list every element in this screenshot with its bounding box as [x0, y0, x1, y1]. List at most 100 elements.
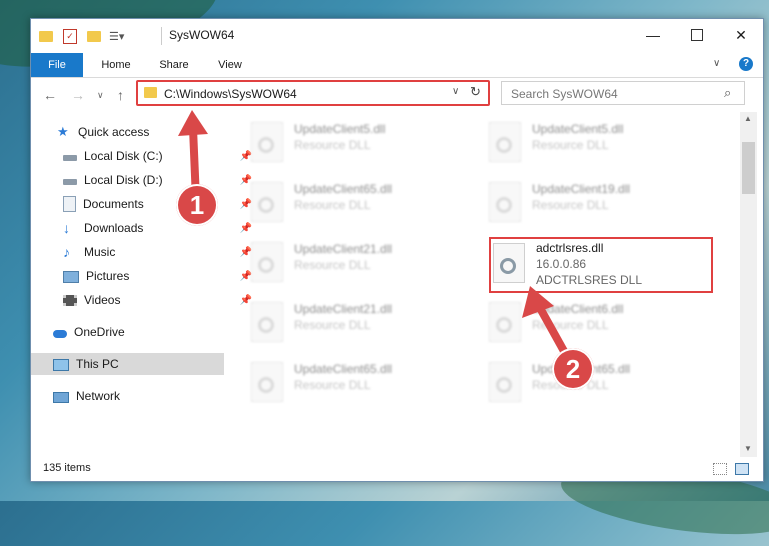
vertical-scrollbar[interactable]: ▲ ▼: [740, 112, 757, 457]
navigation-pane: ★ Quick access Local Disk (C:) 📌 Local D…: [31, 112, 252, 457]
cloud-icon: [53, 330, 67, 338]
item-count: 135 items: [43, 462, 91, 474]
network-icon: [53, 391, 69, 403]
star-icon: ★: [57, 124, 69, 139]
nav-label: Local Disk (C:): [84, 149, 163, 163]
file-item[interactable]: UpdateClient65.dll Resource DLL: [251, 180, 451, 226]
file-item[interactable]: UpdateClient21.dll Resource DLL: [251, 300, 451, 346]
minimize-button[interactable]: —: [631, 19, 675, 51]
file-type: Resource DLL: [294, 378, 371, 392]
file-name: UpdateClient65.dll: [294, 182, 393, 196]
step-badge-2: 2: [552, 348, 594, 390]
nav-item-local-disk-d[interactable]: Local Disk (D:) 📌: [31, 169, 256, 191]
file-item[interactable]: UpdateClient6.dll Resource DLL: [489, 300, 689, 346]
file-name: UpdateClient19.dll: [532, 182, 631, 196]
new-folder-icon[interactable]: [87, 30, 101, 42]
dll-file-icon: [489, 122, 521, 162]
nav-item-network[interactable]: Network: [31, 385, 246, 407]
search-placeholder: Search SysWOW64: [511, 87, 618, 101]
maximize-icon: [691, 29, 703, 41]
file-item[interactable]: UpdateClient5.dll Resource DLL: [251, 120, 451, 166]
nav-item-quick-access[interactable]: ★ Quick access: [31, 121, 250, 143]
properties-icon[interactable]: ✓: [63, 28, 77, 44]
drive-icon: [63, 179, 77, 185]
file-item-adctrlsres[interactable]: adctrlsres.dll 16.0.0.86 ADCTRLSRES DLL: [493, 241, 693, 287]
nav-label: Local Disk (D:): [84, 173, 163, 187]
drive-icon: [63, 155, 77, 161]
file-name: UpdateClient5.dll: [294, 122, 386, 136]
address-row: ← → ∨ ↑ C:\Windows\SysWOW64 ∨ ↻ Search S…: [31, 78, 763, 112]
up-button[interactable]: ↑: [117, 87, 124, 103]
videos-icon: [63, 295, 77, 306]
dll-file-icon: [251, 122, 283, 162]
tab-share[interactable]: Share: [151, 53, 197, 77]
minimize-icon: —: [646, 27, 660, 43]
nav-item-downloads[interactable]: ↓ Downloads 📌: [31, 217, 256, 239]
search-icon[interactable]: ⌕: [724, 85, 731, 101]
music-icon: ♪: [63, 244, 70, 260]
nav-label: Downloads: [84, 221, 144, 235]
nav-item-local-disk-c[interactable]: Local Disk (C:) 📌: [31, 145, 256, 167]
maximize-button[interactable]: [675, 19, 719, 51]
file-item[interactable]: UpdateClient5.dll Resource DLL: [489, 120, 689, 166]
nav-item-onedrive[interactable]: OneDrive: [31, 321, 246, 343]
nav-label: Pictures: [86, 269, 130, 283]
nav-item-music[interactable]: ♪ Music 📌: [31, 241, 256, 263]
file-type: Resource DLL: [294, 198, 371, 212]
step-badge-1: 1: [176, 184, 218, 226]
file-item[interactable]: UpdateClient19.dll Resource DLL: [489, 180, 689, 226]
pictures-icon: [63, 271, 79, 283]
title-bar: ✓ ☰▾ SysWOW64 — ✕: [31, 19, 763, 53]
file-version: 16.0.0.86: [536, 257, 587, 271]
nav-item-this-pc[interactable]: This PC: [31, 353, 224, 375]
help-icon[interactable]: ?: [739, 57, 753, 71]
file-name: UpdateClient6.dll: [532, 302, 624, 316]
nav-label: OneDrive: [74, 325, 125, 339]
file-type: ADCTRLSRES DLL: [536, 273, 643, 287]
back-button[interactable]: ←: [43, 87, 57, 103]
tab-file[interactable]: File: [31, 53, 83, 77]
divider: [161, 27, 162, 45]
file-type: Resource DLL: [532, 198, 609, 212]
folder-icon[interactable]: [39, 30, 53, 42]
file-name: UpdateClient65.dll: [294, 362, 393, 376]
file-item[interactable]: UpdateClient65.dll Resource DLL: [251, 360, 451, 406]
file-list: UpdateClient5.dll Resource DLL UpdateCli…: [227, 112, 739, 457]
quick-access-toolbar: ✓ ☰▾: [39, 27, 124, 45]
nav-label: Music: [84, 245, 116, 259]
scroll-thumb[interactable]: [742, 142, 755, 194]
customize-toolbar-icon[interactable]: ☰▾: [109, 30, 124, 43]
dll-file-icon: [251, 242, 283, 282]
file-name: UpdateClient5.dll: [532, 122, 624, 136]
file-name: adctrlsres.dll: [536, 241, 604, 255]
download-icon: ↓: [63, 220, 70, 236]
address-bar[interactable]: C:\Windows\SysWOW64 ∨ ↻: [136, 80, 490, 106]
expand-ribbon-icon[interactable]: ∨: [713, 58, 720, 69]
ribbon: File Home Share View ∨ ?: [31, 53, 763, 78]
computer-icon: [53, 358, 69, 371]
window-title: SysWOW64: [169, 28, 235, 42]
file-item[interactable]: UpdateClient21.dll Resource DLL: [251, 240, 451, 286]
recent-locations-icon[interactable]: ∨: [97, 90, 104, 101]
nav-item-documents[interactable]: Documents 📌: [31, 193, 256, 215]
tab-view[interactable]: View: [207, 53, 253, 77]
nav-label: Network: [76, 389, 121, 403]
forward-button[interactable]: →: [71, 87, 85, 103]
nav-label: Documents: [83, 197, 144, 211]
address-dropdown-icon[interactable]: ∨: [452, 86, 459, 97]
close-button[interactable]: ✕: [719, 19, 763, 51]
refresh-icon[interactable]: ↻: [470, 84, 481, 100]
nav-item-videos[interactable]: Videos 📌: [31, 289, 256, 311]
large-icons-view-icon[interactable]: [735, 463, 749, 475]
scroll-down-icon[interactable]: ▼: [744, 444, 752, 453]
details-view-icon[interactable]: [713, 463, 727, 475]
dll-file-icon: [489, 362, 521, 402]
scroll-up-icon[interactable]: ▲: [744, 114, 752, 123]
dll-file-icon: [251, 302, 283, 342]
address-path: C:\Windows\SysWOW64: [164, 87, 297, 101]
nav-item-pictures[interactable]: Pictures 📌: [31, 265, 256, 287]
dll-file-icon: [489, 302, 521, 342]
dll-file-icon: [493, 243, 525, 283]
tab-home[interactable]: Home: [93, 53, 139, 77]
search-box[interactable]: Search SysWOW64 ⌕: [501, 81, 745, 105]
